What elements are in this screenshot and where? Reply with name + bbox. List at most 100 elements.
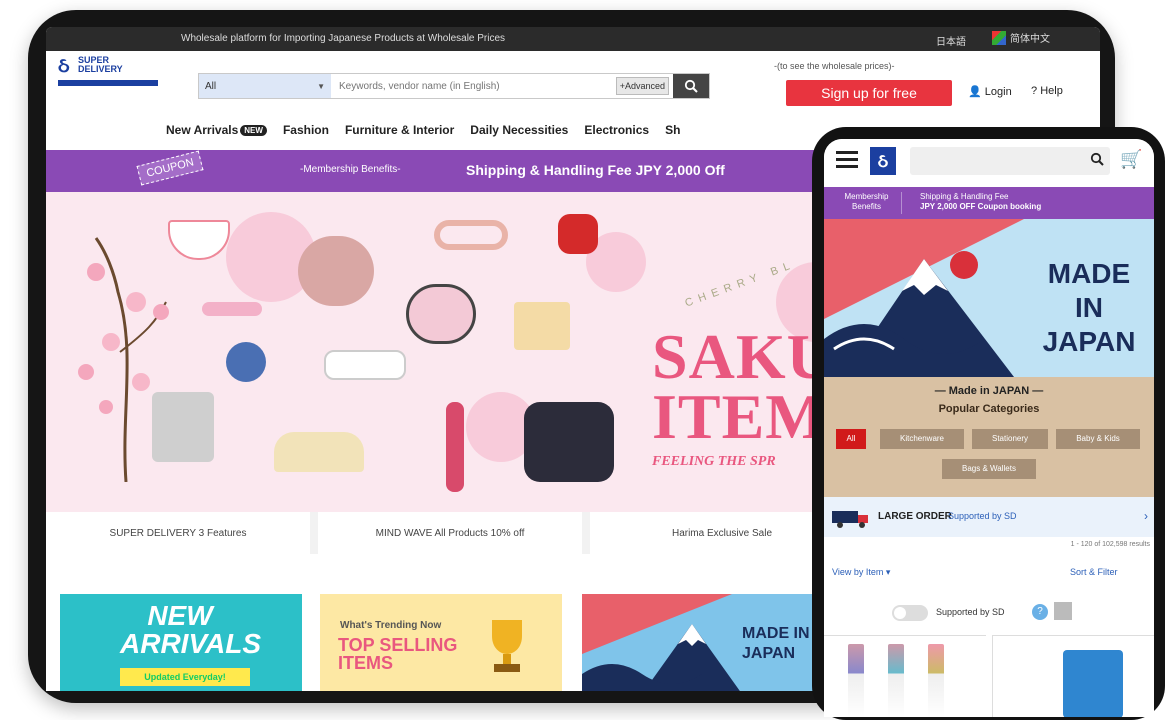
search-category-select[interactable]: All ▼: [199, 74, 331, 98]
chevron-down-icon: ▾: [885, 567, 891, 577]
top-selling-tile[interactable]: What's Trending Now TOP SELLING ITEMS: [320, 594, 562, 691]
product-image: [1063, 650, 1123, 717]
site-tagline: Wholesale platform for Importing Japanes…: [181, 33, 506, 44]
nav-item-daily-necessities[interactable]: Daily Necessities: [470, 123, 568, 145]
nav-item-electronics[interactable]: Electronics: [584, 123, 649, 145]
trophy-icon: [492, 620, 522, 672]
category-chip-kitchenware[interactable]: Kitchenware: [880, 429, 964, 449]
mobile-membership-label: Membership Benefits: [832, 192, 902, 214]
logo-mark-icon: ઠ: [58, 55, 70, 77]
hair-clip-product: [202, 302, 262, 316]
kinchaku-bag-product: [524, 402, 614, 482]
language-icon: [992, 30, 1006, 45]
product-image: [848, 644, 864, 717]
made-in-japan-tile[interactable]: MADE IN JAPAN: [582, 594, 832, 691]
grid-view-icon[interactable]: [1054, 602, 1072, 620]
logo-text-line2: DELIVERY: [78, 64, 123, 74]
shipping-fee-offer: Shipping & Handling Fee JPY 2,000 Off: [466, 162, 725, 178]
nav-item-fashion[interactable]: Fashion: [283, 123, 329, 145]
cart-icon[interactable]: 🛒: [1120, 149, 1142, 170]
teapot-product: [298, 236, 374, 306]
hero-headline: SAKU ITEM: [652, 325, 834, 452]
large-order-banner[interactable]: LARGE ORDER Supported by SD ›: [824, 497, 1154, 537]
question-icon: ?: [1031, 85, 1038, 97]
coupon-tag: COUPON: [136, 150, 204, 186]
wooden-box-product: [514, 302, 570, 350]
product-image: [928, 644, 944, 717]
category-chip-all[interactable]: All: [836, 429, 866, 449]
hamburger-menu-icon[interactable]: [836, 151, 858, 169]
category-chip-stationery[interactable]: Stationery: [972, 429, 1048, 449]
search-button[interactable]: [673, 74, 709, 98]
results-count: 1 - 120 of 102,598 results: [1070, 541, 1150, 548]
sort-filter-button[interactable]: Sort & Filter: [1070, 567, 1118, 577]
logo-strip: [58, 80, 158, 86]
new-badge: NEW: [240, 125, 267, 137]
product-card[interactable]: [992, 635, 1154, 717]
trending-label: What's Trending Now: [340, 620, 442, 631]
supported-by-sd-toggle[interactable]: [892, 605, 928, 621]
truck-icon: [832, 511, 868, 528]
teacup-product: [168, 220, 230, 260]
help-link[interactable]: ? Help: [1031, 85, 1063, 97]
hero-headline-line2: ITEM: [652, 381, 827, 452]
chopstick-rest-product: [324, 350, 406, 380]
mobile-search-input[interactable]: [910, 147, 1110, 175]
membership-benefits-label: -Membership Benefits-: [300, 164, 401, 175]
nav-item-furniture[interactable]: Furniture & Interior: [345, 123, 454, 145]
signup-button[interactable]: Sign up for free: [786, 80, 952, 106]
mobile-hero-title: MADE IN JAPAN: [1042, 258, 1136, 357]
view-by-label: View by Item: [832, 567, 884, 577]
supported-by-sd-label: Supported by SD: [948, 511, 1017, 521]
login-label: Login: [984, 86, 1012, 98]
red-dish-product: [558, 214, 598, 254]
feature-tab-3-features[interactable]: SUPER DELIVERY 3 Features: [46, 512, 310, 554]
language-link-chinese[interactable]: 简体中文: [1010, 30, 1050, 45]
category-chip-baby-kids[interactable]: Baby & Kids: [1056, 429, 1140, 449]
chevron-right-icon: ›: [1144, 509, 1148, 523]
popular-categories-section: — Made in JAPAN — Popular Categories All…: [824, 377, 1154, 497]
new-arrivals-tile[interactable]: NEW ARRIVALS Updated Everyday!: [60, 594, 302, 691]
signup-hint: -(to see the wholesale prices)-: [774, 61, 895, 71]
help-icon[interactable]: ?: [1032, 604, 1048, 620]
mobile-shipping-line2: JPY 2,000 OFF Coupon booking: [920, 202, 1042, 211]
mobile-promo-banner[interactable]: Membership Benefits Shipping & Handling …: [824, 187, 1154, 219]
top-info-bar: Wholesale platform for Importing Japanes…: [46, 27, 1100, 51]
search-bar: All ▼ +Advanced: [198, 73, 710, 99]
nav-item-new-arrivals[interactable]: New Arrivals NEW: [166, 123, 267, 145]
view-by-item-dropdown[interactable]: View by Item ▾: [832, 567, 890, 578]
bracelet-product: [434, 220, 508, 250]
large-order-label: LARGE ORDER: [878, 511, 952, 522]
product-card[interactable]: [824, 635, 986, 717]
feature-tab-mind-wave[interactable]: MIND WAVE All Products 10% off: [318, 512, 582, 554]
nav-item-truncated[interactable]: Sh: [665, 123, 680, 145]
tote-bag-product: [152, 392, 214, 462]
top-selling-title: TOP SELLING ITEMS: [338, 635, 458, 673]
mobile-shipping-line1: Shipping & Handling Fee: [920, 192, 1009, 201]
user-icon: 👤: [968, 86, 982, 98]
super-delivery-logo[interactable]: ઠ SUPER DELIVERY: [56, 53, 162, 93]
hair-stick-product: [446, 402, 464, 492]
chevron-down-icon: ▼: [317, 82, 325, 91]
mobile-logo-icon[interactable]: ઠ: [870, 147, 896, 175]
language-link-japanese[interactable]: 日本語: [936, 33, 966, 48]
login-link[interactable]: 👤 Login: [968, 85, 1012, 98]
mobile-header: ઠ 🛒: [824, 139, 1154, 187]
search-icon: [684, 79, 698, 93]
hero-subline: FEELING THE SPR: [652, 454, 776, 469]
category-nav: New Arrivals NEW Fashion Furniture & Inte…: [166, 123, 680, 145]
made-in-japan-title: MADE IN JAPAN: [742, 625, 810, 662]
made-in-japan-hero[interactable]: MADE IN JAPAN: [824, 219, 1154, 377]
coin-purse-product: [406, 284, 476, 344]
category-chip-bags-wallets[interactable]: Bags & Wallets: [942, 459, 1036, 479]
advanced-search-button[interactable]: +Advanced: [615, 77, 669, 95]
language-switcher-chinese[interactable]: 简体中文: [992, 30, 1050, 45]
new-arrivals-title: NEW ARRIVALS: [120, 600, 262, 659]
product-image: [888, 644, 904, 717]
supported-toggle-label: Supported by SD: [936, 607, 1005, 617]
comb-product: [274, 432, 364, 472]
new-arrivals-subtitle: Updated Everyday!: [120, 668, 250, 686]
search-input[interactable]: [331, 74, 616, 98]
mobile-site-screen: ઠ 🛒 Membership Benefits Shipping & Handl…: [824, 139, 1154, 717]
help-label: Help: [1040, 85, 1063, 97]
